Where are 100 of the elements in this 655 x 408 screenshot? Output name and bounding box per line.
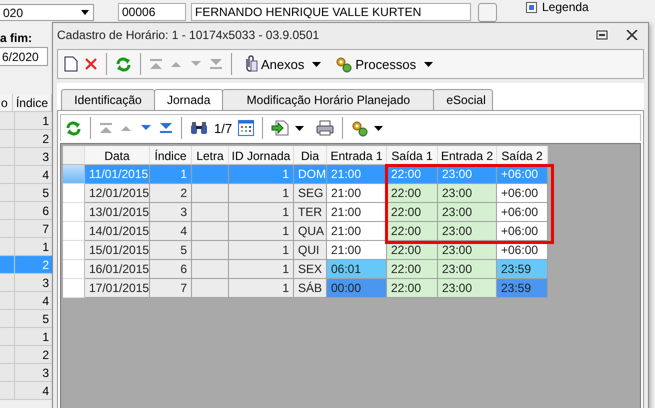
table-cell: TER [294,203,327,222]
table-cell: 00:00 [327,279,387,298]
column-header: o [0,94,13,111]
dropdown-caret-icon[interactable] [295,126,304,130]
table-cell-text: 3 [41,365,50,381]
end-date-field[interactable]: 6/2020 [0,47,48,66]
table-cell: +06:00 [497,184,548,203]
table-cell [192,165,229,184]
printer-icon[interactable] [316,120,334,136]
table-cell: 15/01/2015 [85,241,150,260]
tab[interactable]: Identificação [61,89,155,110]
employee-name-field[interactable]: FERNANDO HENRIQUE VALLE KURTEN [191,3,471,21]
column-header[interactable]: Saída 1 [387,146,438,165]
processes-button[interactable]: Processos [333,56,418,72]
delete-icon[interactable] [84,57,98,71]
table-cell-text: 4 [41,167,50,183]
table-cell: 1 [150,165,192,184]
table-cell-text: 6 [41,203,50,219]
table-cell-text: 5 [41,311,50,327]
export-icon[interactable] [271,120,290,136]
grid-icon[interactable] [238,120,254,136]
column-header[interactable]: ID Jornada [229,146,294,165]
table-cell: 1 [229,165,294,184]
column-header[interactable]: Data [85,146,150,165]
column-header[interactable]: Saída 2 [497,146,548,165]
table-cell: 1 [229,222,294,241]
table-cell-text: 1 [41,113,50,129]
tab[interactable]: eSocial [433,89,494,110]
table-cell-text: 7 [41,221,50,237]
record-counter: 1/7 [214,120,232,136]
table-cell: QUA [294,222,327,241]
table-cell: 6 [150,260,192,279]
table-cell-text: 1 [41,329,50,345]
table-cell: 4 [150,222,192,241]
table-cell: 2 [150,184,192,203]
table-cell [192,184,229,203]
table-cell: 13/01/2015 [85,203,150,222]
table-cell: 1 [229,203,294,222]
table-cell [192,260,229,279]
table-cell: 22:00 [387,203,438,222]
first-record-icon[interactable] [149,58,163,70]
new-document-icon[interactable] [64,56,78,72]
table-cell: 23:00 [438,222,497,241]
end-date-label: a fim: [0,31,32,45]
table-cell: 22:00 [387,222,438,241]
dropdown-caret-icon[interactable] [424,62,434,66]
table-cell [192,241,229,260]
table-cell: 1 [229,241,294,260]
lookup-button[interactable] [478,3,497,22]
legend-checkbox[interactable] [526,2,537,12]
table-cell: 23:00 [438,184,497,203]
restore-icon[interactable] [596,30,608,40]
tab[interactable]: Modificação Horário Planejado [222,89,434,110]
table-cell-text: 3 [41,149,50,165]
table-cell: 22:00 [387,184,438,203]
table-cell: 21:00 [327,203,387,222]
table-cell [192,203,229,222]
legend-label: Legenda [542,0,589,14]
table-cell-text: 4 [41,293,50,309]
dropdown-caret-icon[interactable] [374,126,384,130]
binoculars-icon[interactable] [190,121,208,135]
table-cell-text: 2 [41,257,50,273]
table-cell: +06:00 [497,203,548,222]
last-record-icon[interactable] [159,122,173,134]
period-select[interactable]: 020 [0,4,94,21]
table-cell: 3 [150,203,192,222]
table-cell: 23:00 [438,279,497,298]
table-cell: 23:59 [497,260,548,279]
column-header[interactable]: Índice [150,146,192,165]
table-cell: SEX [294,260,327,279]
close-icon[interactable] [626,30,638,40]
table-cell: 23:00 [438,260,497,279]
gears-icon[interactable] [351,120,368,136]
dropdown-caret-icon[interactable] [312,62,322,66]
table-cell: 1 [229,279,294,298]
table-cell: 22:00 [387,260,438,279]
table-cell: 21:00 [327,184,387,203]
table-cell: 1 [229,184,294,203]
table-cell-text: 5 [41,185,50,201]
column-header[interactable]: Entrada 1 [327,146,387,165]
column-header[interactable]: Entrada 2 [438,146,497,165]
refresh-icon[interactable] [115,56,132,72]
last-record-icon[interactable] [209,58,223,70]
table-cell: SEG [294,184,327,203]
gears-icon [335,56,352,72]
attachments-button[interactable]: Anexos [240,55,306,73]
column-header[interactable]: Dia [294,146,327,165]
table-cell: 21:00 [327,165,387,184]
table-cell: 23:59 [497,279,548,298]
refresh-icon[interactable] [65,120,82,136]
column-header[interactable]: Letra [192,146,229,165]
table-cell: 1 [229,260,294,279]
table-cell-text: 4 [41,383,50,399]
table-cell: 17/01/2015 [85,279,150,298]
table-cell: 06:01 [327,260,387,279]
table-cell: 21:00 [327,241,387,260]
table-cell: 14/01/2015 [85,222,150,241]
employee-code-field[interactable]: 00006 [118,3,186,21]
table-cell: 16/01/2015 [85,260,150,279]
first-record-icon[interactable] [99,122,113,134]
